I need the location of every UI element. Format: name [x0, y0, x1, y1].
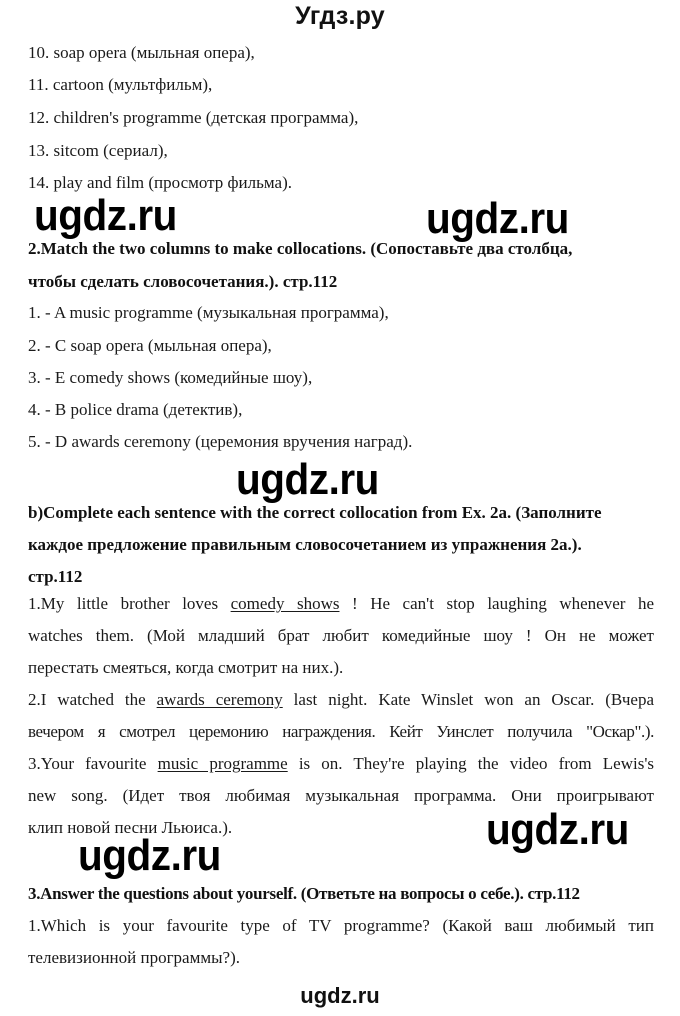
exercise-2-heading-line2: чтобы сделать словосочетания.). стр.112 [28, 272, 338, 291]
exercise-2b-heading-line2: каждое предложение правильным словосочет… [28, 535, 582, 554]
answer-item: 4. - B police drama (детектив), [28, 400, 243, 419]
list-item: 14. play and film (просмотр фильма). [28, 173, 292, 192]
exercise-2b-heading-line1: b)Complete each sentence with the correc… [28, 503, 602, 522]
answer-item: 5. - D awards ceremony (церемония вручен… [28, 432, 413, 451]
sentence-3-line1: 3.Your favourite music programme is on. … [28, 754, 654, 774]
exercise-3-heading: 3.Answer the questions about yourself. (… [28, 884, 580, 903]
list-item: 11. cartoon (мультфильм), [28, 75, 213, 94]
sentence-1-line3: перестать смеяться, когда смотрит на них… [28, 658, 344, 677]
watermark: ugdz.ru [426, 194, 569, 243]
list-item: 12. children's programme (детская програ… [28, 108, 359, 127]
sentence-text: 1.My little brother loves [28, 594, 231, 613]
watermark: ugdz.ru [34, 191, 177, 240]
answer-item: 3. - E comedy shows (комедийные шоу), [28, 368, 313, 387]
sentence-text: 2.I watched the [28, 690, 157, 709]
watermark: ugdz.ru [78, 831, 221, 880]
site-header-title: Угдз.ру [295, 2, 385, 30]
question-1-line2: телевизионной программы?). [28, 948, 240, 967]
watermark: ugdz.ru [236, 455, 379, 504]
exercise-2-heading-line1: 2.Match the two columns to make collocat… [28, 239, 573, 258]
answer-underlined: music programme [157, 754, 288, 773]
sentence-text: is on. They're playing the video from Le… [287, 754, 654, 773]
answer-item: 1. - A music programme (музыкальная прог… [28, 303, 389, 322]
sentence-2-line2: вечером я смотрел церемонию награждения.… [28, 722, 654, 741]
list-item: 10. soap opera (мыльная опера), [28, 43, 255, 62]
sentence-1-line1: 1.My little brother loves comedy shows !… [28, 594, 654, 614]
list-item: 13. sitcom (сериал), [28, 141, 168, 160]
exercise-2b-heading-line3: стр.112 [28, 567, 83, 586]
question-1-line1: 1.Which is your favourite type of TV pro… [28, 916, 654, 935]
sentence-text: last night. Kate Winslet won an Oscar. (… [282, 690, 654, 709]
answer-item: 2. - C soap opera (мыльная опера), [28, 336, 272, 355]
sentence-2-line1: 2.I watched the awards ceremony last nig… [28, 690, 654, 710]
sentence-text: 3.Your favourite [28, 754, 158, 773]
sentence-text: ! He can't stop laughing whenever he [339, 594, 654, 613]
watermark: ugdz.ru [486, 805, 629, 854]
sentence-1-line2: watches them. (Мой младший брат любит ко… [28, 626, 654, 645]
answer-underlined: comedy shows [230, 594, 340, 613]
site-footer-title: ugdz.ru [300, 983, 380, 1008]
answer-underlined: awards ceremony [156, 690, 283, 709]
sentence-3-line2: new song. (Идет твоя любимая музыкальная… [28, 786, 654, 805]
